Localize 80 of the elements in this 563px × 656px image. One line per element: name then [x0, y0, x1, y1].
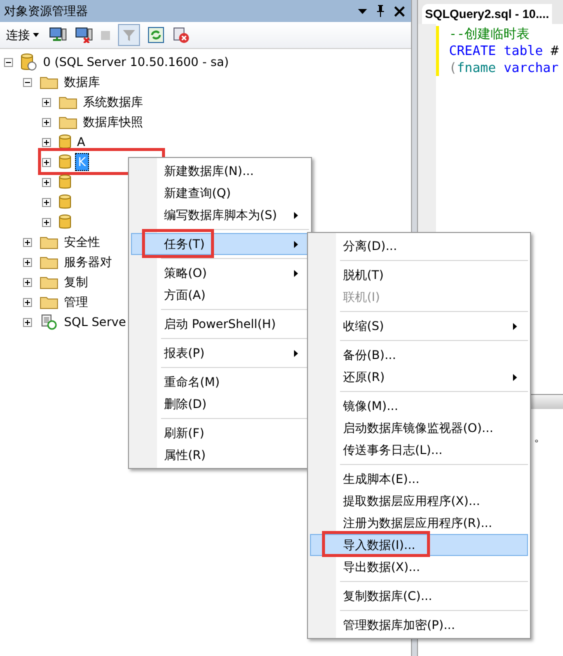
- expand-toggle[interactable]: [42, 218, 51, 226]
- expand-toggle[interactable]: [23, 238, 32, 246]
- panel-title: 对象资源管理器: [4, 2, 88, 20]
- code-line: --创建临时表: [449, 26, 531, 43]
- folder-icon: [40, 235, 58, 249]
- database-icon: [59, 194, 71, 210]
- refresh-icon[interactable]: [148, 27, 164, 43]
- expand-toggle[interactable]: [42, 198, 51, 206]
- tree-item[interactable]: 管理: [62, 292, 90, 312]
- expand-toggle[interactable]: [23, 318, 32, 326]
- folder-icon: [40, 75, 58, 89]
- menu-item[interactable]: 编写数据库脚本为(S): [131, 204, 309, 226]
- folder-icon: [40, 295, 58, 309]
- expand-toggle[interactable]: [42, 118, 51, 126]
- menu-item[interactable]: 注册为数据层应用程序(R)...: [310, 512, 528, 534]
- menu-item[interactable]: 启动数据库镜像监视器(O)...: [310, 417, 528, 439]
- expand-toggle[interactable]: [23, 278, 32, 286]
- close-icon[interactable]: [394, 6, 405, 16]
- tree-item[interactable]: A: [75, 134, 88, 150]
- menu-item[interactable]: 启动 PowerShell(H): [131, 313, 309, 335]
- folder-icon: [59, 95, 77, 109]
- menu-item[interactable]: 收缩(S): [310, 315, 528, 337]
- tree-item[interactable]: 系统数据库: [81, 92, 145, 112]
- server-icon: [21, 53, 37, 71]
- menu-item[interactable]: 删除(D): [131, 393, 309, 415]
- database-icon: [59, 134, 71, 150]
- menu-item[interactable]: 还原(R): [310, 366, 528, 388]
- database-icon: [59, 154, 71, 170]
- menu-item[interactable]: 管理数据库加密(P)...: [310, 614, 528, 636]
- connect-server-icon[interactable]: [49, 27, 67, 43]
- tree-item[interactable]: SQL Serve: [62, 314, 128, 330]
- menu-item[interactable]: 重命名(M): [131, 371, 309, 393]
- agent-icon: [40, 314, 58, 330]
- tree-item[interactable]: 安全性: [62, 232, 102, 252]
- script-cancel-icon[interactable]: [172, 26, 190, 44]
- menu-item[interactable]: 新建数据库(N)...: [131, 160, 309, 182]
- menu-item[interactable]: 分离(D)...: [310, 235, 528, 257]
- menu-item[interactable]: 属性(R): [131, 444, 309, 466]
- expand-toggle[interactable]: [42, 98, 51, 106]
- collapse-toggle[interactable]: [23, 78, 32, 86]
- menu-item[interactable]: 导出数据(X)...: [310, 556, 528, 578]
- code-line: CREATE table #: [449, 43, 559, 60]
- tree-item[interactable]: 数据库快照: [81, 112, 145, 132]
- dropdown-icon[interactable]: [358, 8, 367, 14]
- expand-toggle[interactable]: [23, 258, 32, 266]
- expand-toggle[interactable]: [23, 298, 32, 306]
- menu-item[interactable]: 复制数据库(C)...: [310, 585, 528, 607]
- folder-icon: [59, 115, 77, 129]
- database-icon: [59, 214, 71, 230]
- menu-item[interactable]: 方面(A): [131, 284, 309, 306]
- menu-item[interactable]: 策略(O): [131, 262, 309, 284]
- menu-item[interactable]: 提取数据层应用程序(X)...: [310, 490, 528, 512]
- database-icon: [59, 174, 71, 190]
- menu-item[interactable]: 新建查询(Q): [131, 182, 309, 204]
- folder-icon: [40, 255, 58, 269]
- code-line: (fname varchar: [449, 60, 559, 77]
- change-marker: [436, 26, 439, 76]
- disconnect-server-icon[interactable]: [75, 27, 93, 43]
- expand-toggle[interactable]: [42, 178, 51, 186]
- expand-toggle[interactable]: [42, 158, 51, 166]
- menu-item[interactable]: 脱机(T): [310, 264, 528, 286]
- expand-toggle[interactable]: [42, 138, 51, 146]
- collapse-toggle[interactable]: [4, 58, 13, 66]
- menu-item[interactable]: 镜像(M)...: [310, 395, 528, 417]
- connect-button[interactable]: 连接: [4, 26, 41, 44]
- tree-item[interactable]: 复制: [62, 272, 90, 292]
- tree-item[interactable]: 数据库: [62, 72, 102, 92]
- menu-item[interactable]: 报表(P): [131, 342, 309, 364]
- menu-item[interactable]: 传送事务日志(L)...: [310, 439, 528, 461]
- caret-icon: [33, 33, 39, 37]
- results-text: 。: [534, 430, 546, 444]
- pin-icon[interactable]: [376, 5, 385, 17]
- menu-item[interactable]: 生成脚本(E)...: [310, 468, 528, 490]
- tree-item[interactable]: 0 (SQL Server 10.50.1600 - sa): [41, 54, 231, 70]
- menu-item[interactable]: 刷新(F): [131, 422, 309, 444]
- menu-item[interactable]: 导入数据(I)...: [310, 534, 528, 556]
- tree-item[interactable]: 服务器对: [62, 252, 114, 272]
- editor-tab[interactable]: SQLQuery2.sql - 10....: [422, 4, 552, 24]
- menu-item[interactable]: 备份(B)...: [310, 344, 528, 366]
- folder-icon: [40, 275, 58, 289]
